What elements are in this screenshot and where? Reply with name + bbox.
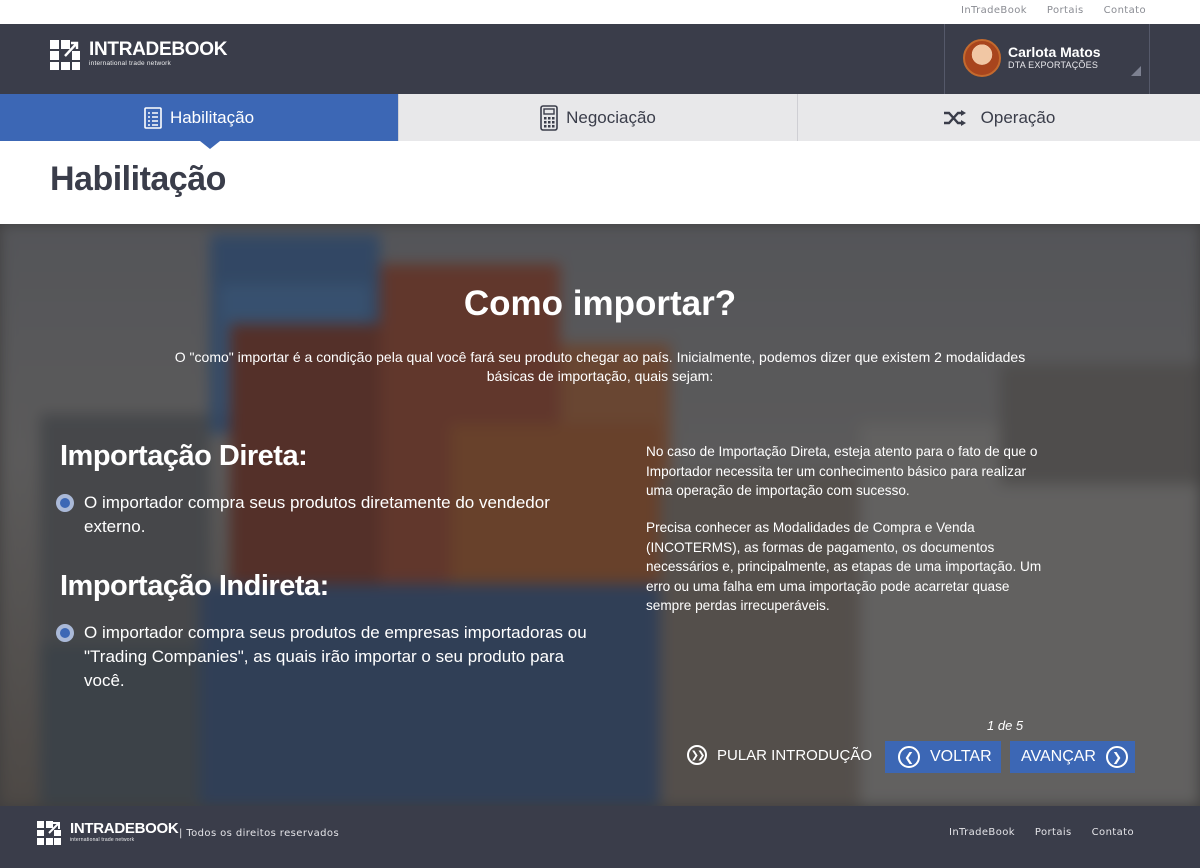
tab-operacao[interactable]: Operação	[798, 94, 1200, 141]
section-title-direta: Importação Direta:	[60, 440, 308, 472]
footer-brand-name: INTRADEBOOK	[70, 820, 179, 837]
user-role: DTA EXPORTAÇÕES	[1008, 60, 1099, 70]
logo[interactable]: INTRADEBOOK international trade network	[50, 40, 227, 70]
dropdown-corner-icon[interactable]	[1131, 66, 1141, 76]
section-text-indireta: O importador compra seus produtos de emp…	[84, 623, 587, 690]
utility-links: InTradeBook Portais Contato	[961, 5, 1146, 16]
page-title: Habilitação	[50, 160, 226, 198]
calculator-icon	[540, 104, 558, 131]
utility-bar: InTradeBook Portais Contato	[0, 0, 1200, 24]
brand-name: INTRADEBOOK	[89, 39, 228, 60]
chevron-left-icon: ❮	[898, 746, 920, 768]
back-button[interactable]: ❮ VOLTAR	[885, 741, 1001, 773]
double-chevron-right-icon: ❯❯	[687, 745, 707, 765]
footer-brand-tagline: international trade network	[70, 837, 135, 843]
footer-link-portais[interactable]: Portais	[1035, 827, 1072, 838]
brand-tagline: international trade network	[89, 60, 172, 67]
logo-mark-icon	[37, 821, 61, 845]
intro-hero: Como importar? O "como" importar é a con…	[0, 224, 1200, 806]
next-label: AVANÇAR	[1021, 748, 1096, 765]
user-menu[interactable]: Carlota Matos DTA EXPORTAÇÕES	[944, 24, 1150, 94]
tab-label-operacao: Operação	[980, 107, 1056, 127]
logo-mark-icon	[50, 40, 80, 70]
side-paragraph-1: No caso de Importação Direta, esteja ate…	[646, 444, 1038, 498]
bullet-icon	[56, 624, 74, 642]
page-indicator: 1 de 5	[987, 718, 1024, 733]
footer-links: InTradeBook Portais Contato	[949, 827, 1134, 838]
utility-link-intradebook[interactable]: InTradeBook	[961, 5, 1027, 16]
tab-habilitacao[interactable]: Habilitação	[0, 94, 399, 149]
utility-link-portais[interactable]: Portais	[1047, 5, 1084, 16]
shuffle-icon	[943, 109, 967, 127]
skip-intro-label: PULAR INTRODUÇÃO	[717, 746, 873, 764]
user-name: Carlota Matos	[1008, 44, 1101, 60]
section-title-indireta: Importação Indireta:	[60, 570, 329, 602]
footer-link-intradebook[interactable]: InTradeBook	[949, 827, 1015, 838]
utility-link-contato[interactable]: Contato	[1104, 5, 1146, 16]
side-paragraph-2: Precisa conhecer as Modalidades de Compr…	[646, 520, 1042, 613]
hero-intro: O "como" importar é a condição pela qual…	[174, 349, 1026, 384]
skip-intro-button[interactable]: ❯❯ PULAR INTRODUÇÃO	[687, 745, 872, 765]
next-button[interactable]: AVANÇAR ❯	[1010, 741, 1135, 773]
tab-label-habilitacao: Habilitação	[169, 107, 255, 127]
avatar	[963, 39, 1001, 77]
header: INTRADEBOOK international trade network …	[0, 24, 1200, 94]
footer-link-contato[interactable]: Contato	[1092, 827, 1134, 838]
footer: INTRADEBOOK international trade network …	[0, 806, 1200, 868]
main-tabs: Habilitação Negociação Operação	[0, 94, 1200, 149]
footer-logo[interactable]: INTRADEBOOK international trade network	[37, 820, 179, 845]
tab-label-negociacao: Negociação	[566, 107, 656, 127]
hero-title: Como importar?	[463, 284, 737, 323]
copyright-text: | Todos os direitos reservados	[179, 828, 340, 839]
back-label: VOLTAR	[930, 748, 992, 765]
checklist-icon	[144, 106, 162, 129]
tab-negociacao[interactable]: Negociação	[399, 94, 798, 141]
chevron-right-icon: ❯	[1105, 746, 1128, 768]
bullet-icon	[56, 494, 74, 512]
section-text-direta: O importador compra seus produtos direta…	[84, 493, 550, 536]
